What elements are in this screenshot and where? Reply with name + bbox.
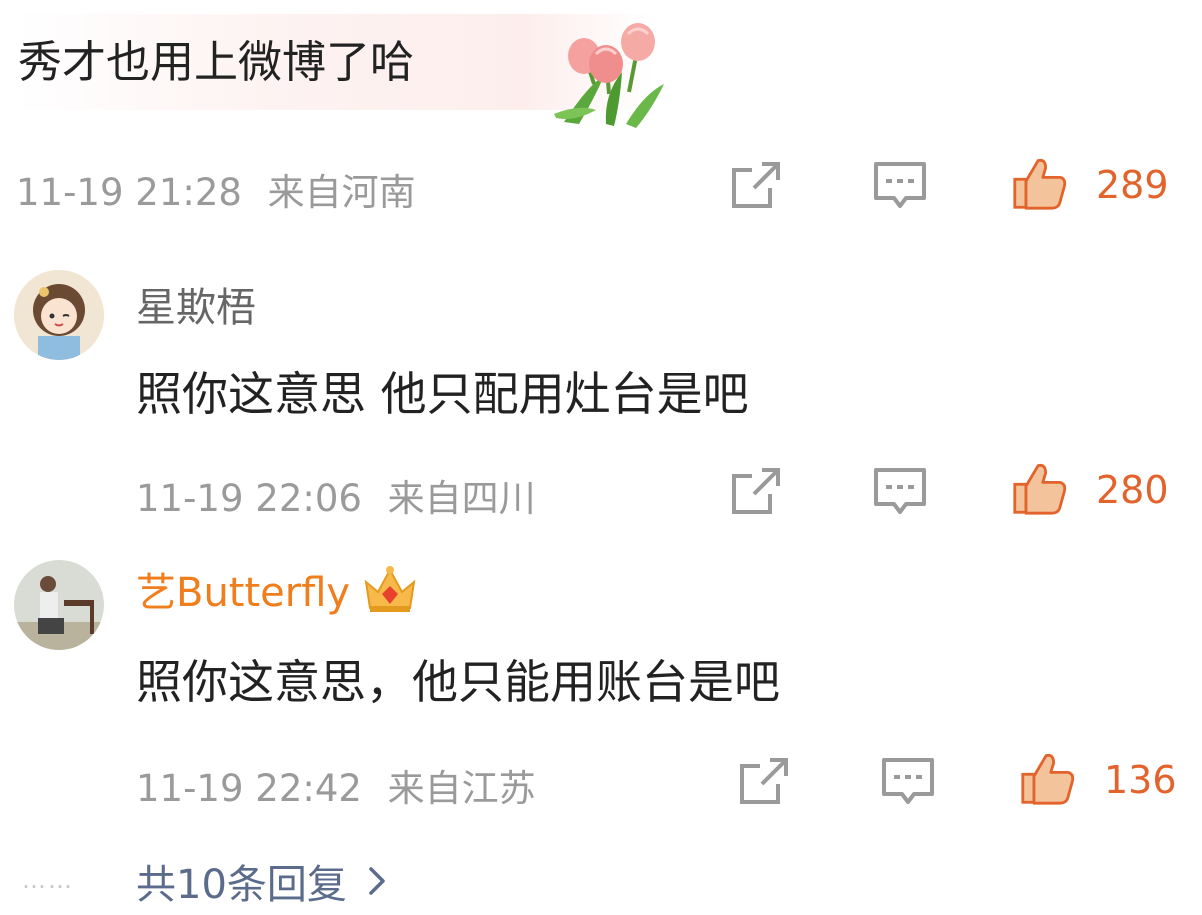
main-comment-bubble: 秀才也用上微博了哈 xyxy=(14,14,664,128)
comment-text: 照你这意思 他只配用灶台是吧 xyxy=(136,367,749,421)
comment-text: 照你这意思，他只能用账台是吧 xyxy=(136,655,780,709)
avatar[interactable] xyxy=(14,270,104,360)
comment-icon[interactable] xyxy=(872,158,928,214)
like-count: 136 xyxy=(1104,758,1177,802)
username[interactable]: 艺Butterfly xyxy=(136,560,350,618)
share-icon[interactable] xyxy=(728,464,784,520)
comment-time: 11-19 22:42 xyxy=(136,767,362,810)
like-count: 289 xyxy=(1096,163,1169,207)
reply-meta: 11-19 22:42 来自江苏 xyxy=(136,758,536,812)
comment-time: 11-19 21:28 xyxy=(16,171,242,214)
comment-icon[interactable] xyxy=(880,754,936,810)
username[interactable]: 星欺梧 xyxy=(136,275,256,333)
share-icon[interactable] xyxy=(736,754,792,810)
crown-badge-icon xyxy=(364,566,416,612)
comment-icon[interactable] xyxy=(872,464,928,520)
comment-time: 11-19 22:06 xyxy=(136,477,362,520)
comment-location: 来自江苏 xyxy=(387,767,536,810)
like-icon[interactable] xyxy=(1020,750,1076,806)
avatar[interactable] xyxy=(14,560,104,650)
more-replies-link[interactable]: 共10条回复 xyxy=(136,852,391,910)
like-icon[interactable] xyxy=(1012,460,1068,516)
reply-meta: 11-19 22:06 来自四川 xyxy=(136,468,536,522)
tulip-sticker-icon xyxy=(554,23,664,128)
more-replies-label[interactable]: 共10条回复 xyxy=(136,852,347,910)
thread-dots: …… xyxy=(22,866,74,894)
username-row: 艺Butterfly xyxy=(136,560,418,618)
comment-location: 来自四川 xyxy=(387,477,536,520)
comment-location: 来自河南 xyxy=(267,171,416,214)
main-comment-text: 秀才也用上微博了哈 xyxy=(18,37,414,88)
like-count: 280 xyxy=(1096,468,1169,512)
main-comment-meta: 11-19 21:28 来自河南 xyxy=(16,162,416,216)
share-icon[interactable] xyxy=(728,158,784,214)
chevron-right-icon xyxy=(369,867,385,895)
like-icon[interactable] xyxy=(1012,155,1068,211)
